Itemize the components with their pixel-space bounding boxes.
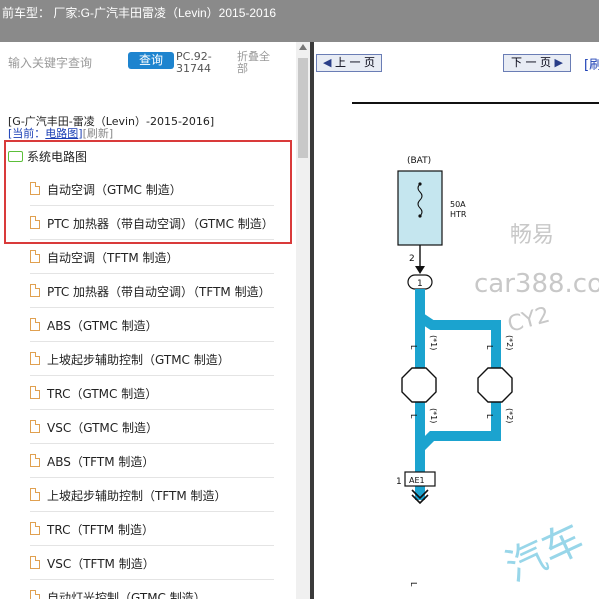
connector-pin-label: 1 (396, 477, 402, 487)
diagram-panel: ◀ 上 一 页 下 一 页 ▶ [刷 (BAT) 50A HTR 2 1 L (… (314, 42, 599, 599)
tree-item[interactable]: 自动灯光控制（GTMC 制造） (0, 580, 296, 599)
tree-item[interactable]: TRC（TFTM 制造） (0, 512, 296, 546)
watermark-code: CY2 (505, 303, 552, 338)
document-icon (30, 250, 40, 263)
connector-name: AE1 (409, 476, 425, 485)
tree-item-label: 自动空调（TFTM 制造） (47, 251, 179, 265)
part-code: PC.92-31744 (176, 50, 212, 75)
watermark-site: car388.co (474, 269, 599, 299)
scroll-up-arrow-icon[interactable] (299, 44, 307, 50)
tree-item[interactable]: VSC（GTMC 制造） (0, 410, 296, 444)
collapse-all-button[interactable]: 折叠全部 (237, 51, 277, 75)
tree-item[interactable]: 自动空调（TFTM 制造） (0, 240, 296, 274)
variant-tag-4: (*2) (505, 408, 514, 423)
tree-item[interactable]: ABS（TFTM 制造） (0, 444, 296, 478)
watermark-extra: 汽车 (499, 516, 591, 591)
navigation-panel: 输入关键字查询 查询 PC.92-31744 折叠全部 [G-广汽丰田-雷凌（L… (0, 42, 296, 599)
tree-item[interactable]: ABS（GTMC 制造） (0, 308, 296, 342)
search-input[interactable]: 输入关键字查询 (8, 54, 92, 71)
wire-color-3: L (409, 414, 418, 419)
pin-1-label: 1 (417, 279, 423, 289)
document-icon (30, 556, 40, 569)
wire-color-4: L (485, 414, 494, 419)
arrow-down-icon (415, 266, 425, 274)
wiring-diagram: (BAT) 50A HTR 2 1 L (*1) L (*2) L (*1) L… (352, 102, 599, 591)
tree-item-label: 自动灯光控制（GTMC 制造） (47, 591, 206, 599)
tree-item-label: ABS（GTMC 制造） (47, 319, 158, 333)
connector-octagon-right (477, 367, 513, 403)
battery-label: (BAT) (407, 156, 431, 166)
tree-item-label: 上坡起步辅助控制（GTMC 制造） (47, 353, 230, 367)
tree-item[interactable]: TRC（GTMC 制造） (0, 376, 296, 410)
tree-item-label: VSC（TFTM 制造） (47, 557, 155, 571)
refresh-link[interactable]: [刷新] (83, 127, 114, 140)
connector-octagon-left (401, 367, 437, 403)
document-icon (30, 352, 40, 365)
document-icon (30, 522, 40, 535)
selection-highlight (4, 140, 292, 244)
tree-item[interactable]: VSC（TFTM 制造） (0, 546, 296, 580)
tree-item-label: TRC（TFTM 制造） (47, 523, 154, 537)
breadcrumb: [当前：电路图][刷新] (8, 125, 113, 141)
document-icon (30, 488, 40, 501)
query-button[interactable]: 查询 (128, 52, 174, 69)
wire-color-1: L (409, 345, 418, 350)
fuse-amp: 50A (450, 200, 466, 209)
tree-item-label: PTC 加热器（带自动空调）（TFTM 制造） (47, 285, 271, 299)
fuse-terminal-bottom (418, 214, 422, 218)
tree-item-label: VSC（GTMC 制造） (47, 421, 158, 435)
vertical-scrollbar[interactable] (296, 42, 310, 599)
variant-tag-1: (*1) (429, 335, 438, 350)
breadcrumb-prefix: [当前： (8, 127, 46, 140)
variant-tag-3: (*1) (429, 408, 438, 423)
tree-item-label: 上坡起步辅助控制（TFTM 制造） (47, 489, 227, 503)
wire-color-5: L (409, 582, 418, 587)
document-icon (30, 590, 40, 599)
window-title-bar: 前车型： 厂家:G-广汽丰田雷凌（Levin）2015-2016 (0, 0, 599, 42)
wire-color-2: L (485, 345, 494, 350)
fuse-name: HTR (450, 210, 467, 219)
document-icon (30, 386, 40, 399)
window-title: 前车型： 厂家:G-广汽丰田雷凌（Levin）2015-2016 (2, 6, 277, 20)
document-icon (30, 284, 40, 297)
scrollbar-thumb[interactable] (298, 58, 308, 158)
document-icon (30, 454, 40, 467)
tree-item[interactable]: 上坡起步辅助控制（GTMC 制造） (0, 342, 296, 376)
document-icon (30, 420, 40, 433)
tree-item-label: ABS（TFTM 制造） (47, 455, 155, 469)
tree-item[interactable]: 上坡起步辅助控制（TFTM 制造） (0, 478, 296, 512)
pin-2-label: 2 (409, 254, 415, 264)
fuse-terminal-top (418, 182, 422, 186)
breadcrumb-current[interactable]: 电路图 (45, 127, 78, 140)
tree-item[interactable]: PTC 加热器（带自动空调）（TFTM 制造） (0, 274, 296, 308)
document-icon (30, 318, 40, 331)
watermark-brand: 畅易 (510, 223, 554, 248)
tree-item-label: TRC（GTMC 制造） (47, 387, 158, 401)
